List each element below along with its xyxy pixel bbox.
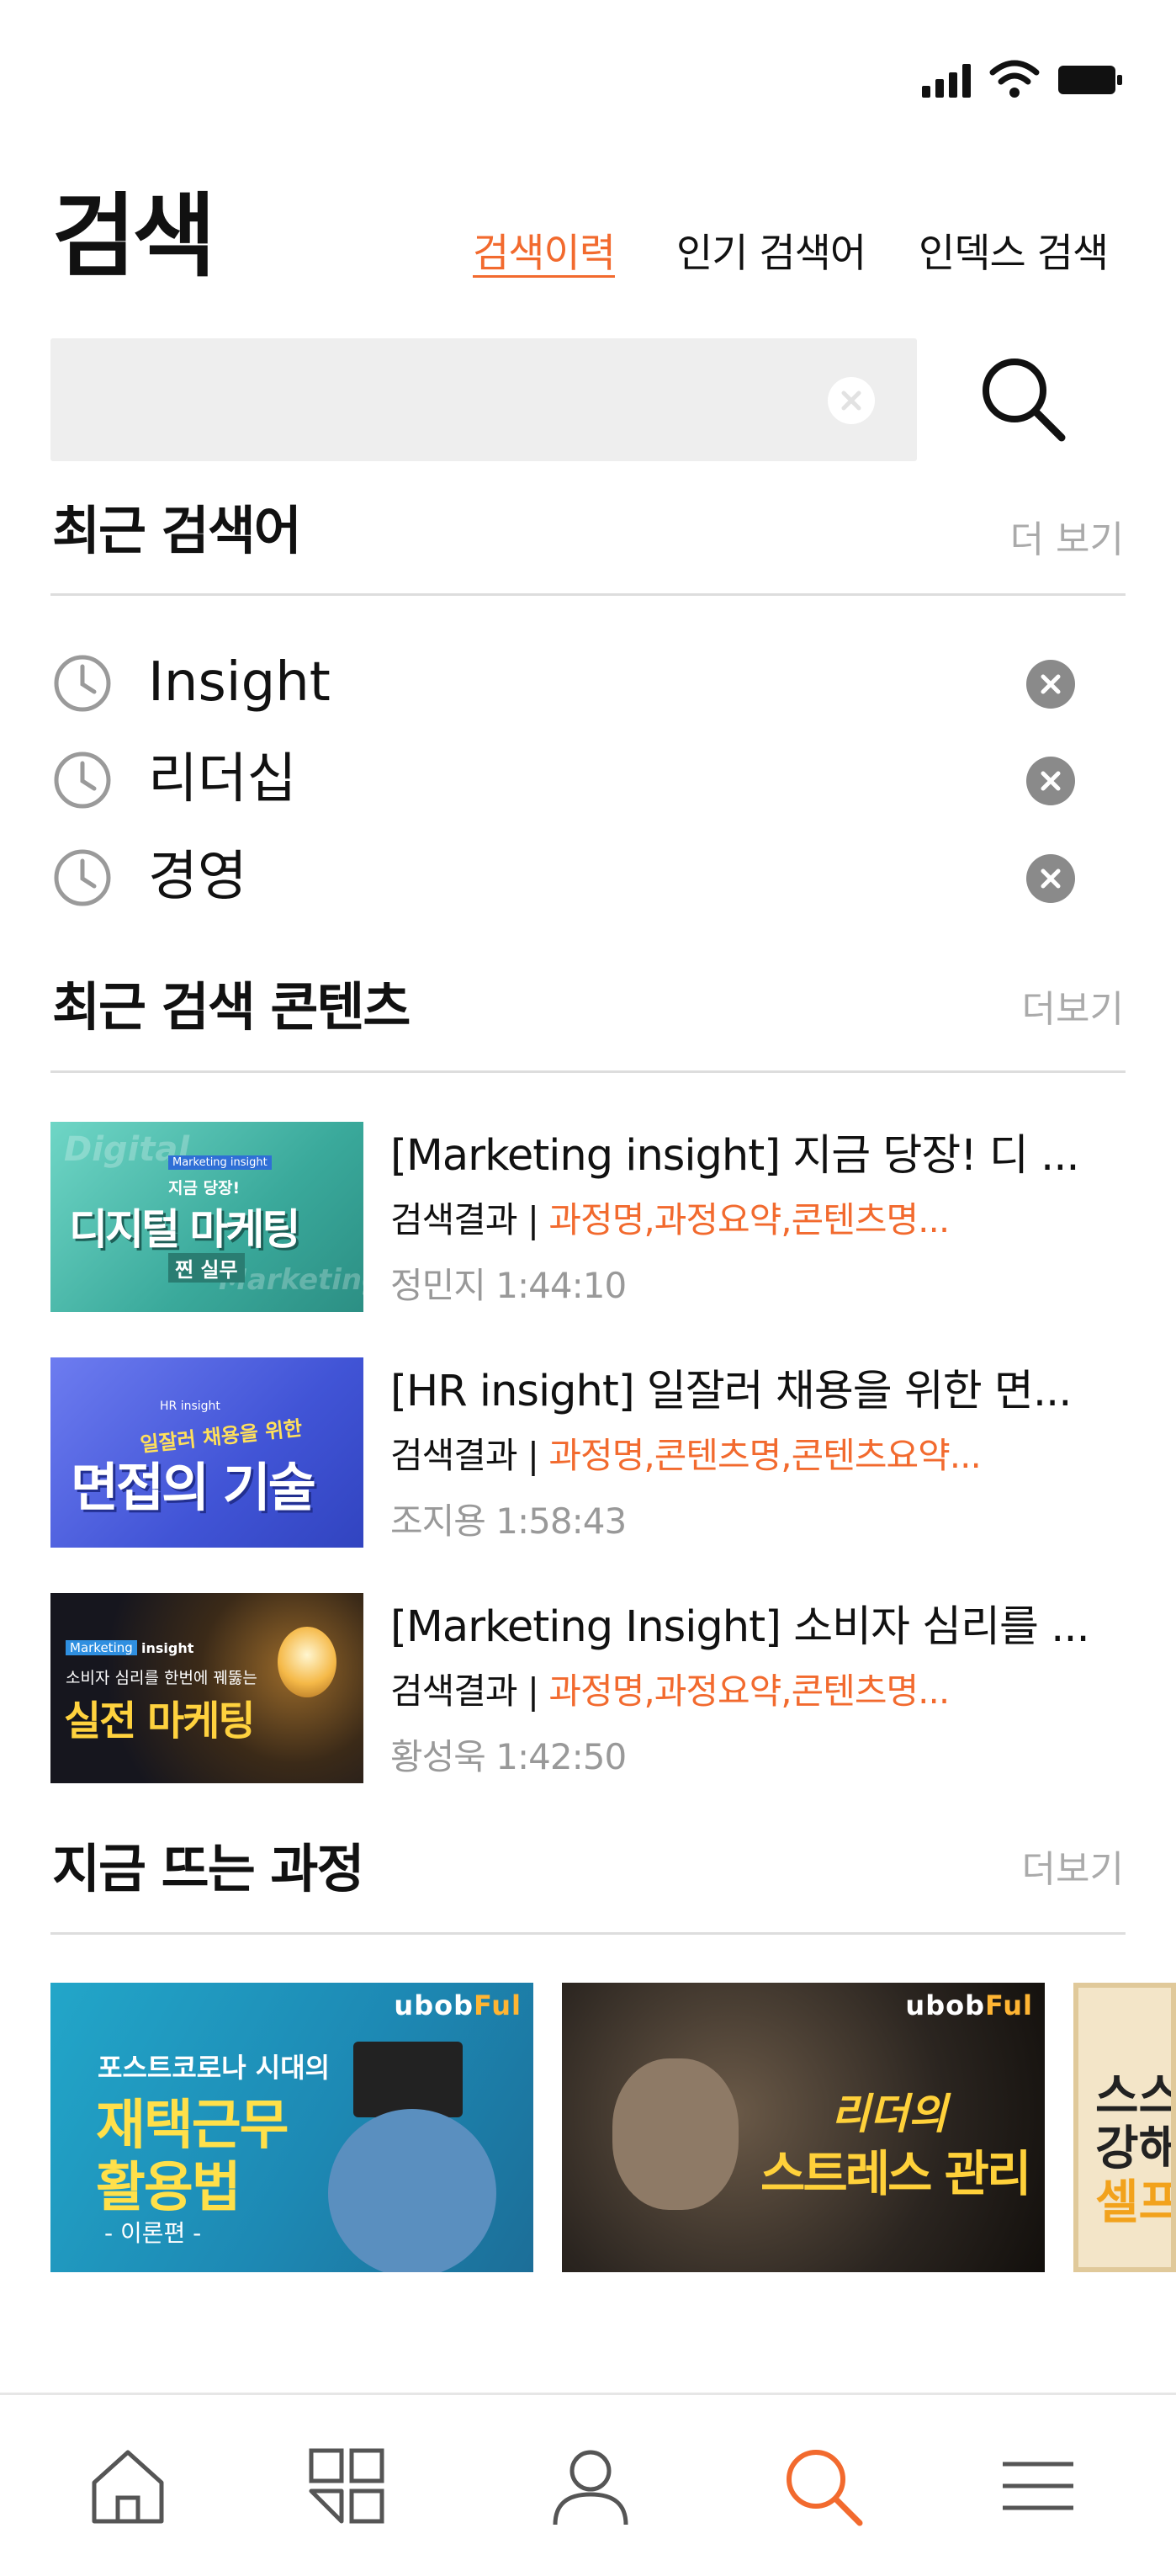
content-meta: 황성욱 1:42:50 [390, 1736, 627, 1777]
cellular-signal-icon [922, 64, 976, 98]
clock-icon [54, 752, 111, 809]
close-icon [841, 390, 861, 411]
clock-icon [54, 655, 111, 712]
recent-keyword-text: Insight [148, 651, 331, 714]
recent-keyword-text: 리더십 [148, 748, 297, 810]
content-title: [Marketing insight] 지금 당장! 디 ... [390, 1131, 1080, 1181]
recent-keyword-item[interactable]: Insight [52, 641, 1075, 725]
divider [50, 1932, 1126, 1935]
content-item[interactable]: Marketing insight 소비자 심리를 한번에 꿰뚫는 실전 마케팅… [50, 1593, 1126, 1783]
laptop-image [353, 2042, 463, 2117]
clear-search-button[interactable] [828, 377, 875, 424]
content-thumbnail: HR insight 일잘러 채용을 위한 면접의 기술 [50, 1357, 363, 1548]
course-card[interactable]: ubobFul 리더의 스트레스 관리 [562, 1983, 1045, 2272]
content-item[interactable]: Digital Marketing Marketing insight 지금 당… [50, 1122, 1126, 1312]
recent-keywords-title: 최근 검색어 [52, 500, 302, 561]
divider [50, 1070, 1126, 1073]
content-search-result: 검색결과 | 과정명,과정요약,콘텐츠명... [390, 1199, 950, 1240]
clock-icon [54, 849, 111, 906]
bottom-nav [0, 2393, 1176, 2576]
recent-keyword-item[interactable]: 경영 [52, 836, 1075, 920]
trending-more-link[interactable]: 더보기 [1022, 1851, 1124, 1888]
content-meta: 조지용 1:58:43 [390, 1500, 627, 1542]
delete-keyword-button[interactable] [1026, 757, 1075, 805]
tab-index-search[interactable]: 인덱스 검색 [919, 234, 1109, 274]
content-item[interactable]: HR insight 일잘러 채용을 위한 면접의 기술 [HR insight… [50, 1357, 1126, 1548]
content-thumbnail: Marketing insight 소비자 심리를 한번에 꿰뚫는 실전 마케팅 [50, 1593, 363, 1783]
tab-search-history[interactable]: 검색이력 [473, 234, 616, 274]
content-title: [HR insight] 일잘러 채용을 위한 면... [390, 1367, 1072, 1416]
delete-keyword-button[interactable] [1026, 854, 1075, 903]
brand-logo: ubobFul [394, 1989, 522, 2021]
divider [50, 593, 1126, 596]
recent-contents-more-link[interactable]: 더보기 [1022, 991, 1124, 1028]
home-icon[interactable] [86, 2444, 170, 2528]
brand-logo: ubobFul [905, 1989, 1033, 2021]
content-meta: 정민지 1:44:10 [390, 1265, 627, 1306]
menu-icon[interactable] [996, 2444, 1080, 2528]
user-icon[interactable] [548, 2444, 633, 2528]
recent-keyword-text: 경영 [148, 846, 247, 908]
recent-keyword-item[interactable]: 리더십 [52, 738, 1075, 822]
search-box [50, 338, 917, 463]
lightbulb-icon [278, 1627, 336, 1697]
close-icon [1041, 868, 1061, 889]
course-card[interactable]: 스스 강해 셀프 [1073, 1983, 1176, 2272]
content-title: [Marketing Insight] 소비자 심리를 ... [390, 1602, 1090, 1652]
tab-popular-keywords[interactable]: 인기 검색어 [676, 234, 866, 274]
content-search-result: 검색결과 | 과정명,과정요약,콘텐츠명... [390, 1670, 950, 1712]
recent-keywords-more-link[interactable]: 더 보기 [1010, 522, 1124, 559]
delete-keyword-button[interactable] [1026, 660, 1075, 709]
close-icon [1041, 771, 1061, 791]
status-bar [0, 0, 1176, 126]
trending-title: 지금 뜨는 과정 [52, 1838, 364, 1899]
grid-icon[interactable] [305, 2444, 389, 2528]
search-icon[interactable] [781, 2444, 865, 2528]
search-button[interactable] [976, 352, 1068, 444]
search-input[interactable] [76, 338, 853, 463]
course-card[interactable]: ubobFul 포스트코로나 시대의 재택근무 활용법 - 이론편 - [50, 1983, 533, 2272]
page-title: 검색 [52, 184, 216, 289]
content-search-result: 검색결과 | 과정명,콘텐츠명,콘텐츠요약... [390, 1435, 982, 1476]
recent-contents-title: 최근 검색 콘텐츠 [52, 976, 411, 1038]
close-icon [1041, 674, 1061, 694]
wifi-icon [989, 60, 1040, 98]
battery-icon [1058, 66, 1122, 94]
content-thumbnail: Digital Marketing Marketing insight 지금 당… [50, 1122, 363, 1312]
